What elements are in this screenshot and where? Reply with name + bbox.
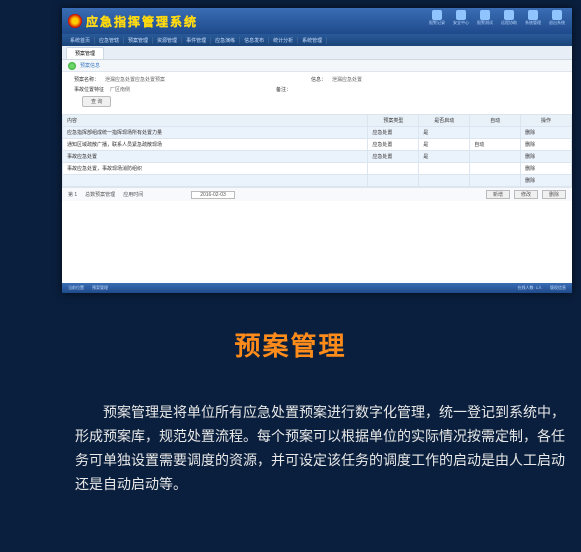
cell-start-link[interactable]: 是 (419, 139, 470, 151)
cell-type (368, 175, 419, 187)
filter-info-value: 泄漏应急处置 (332, 76, 362, 83)
cell-start-link[interactable]: 是 (419, 151, 470, 163)
pager-bar: 第 1 总数预案管理 应用时间 2016-02-03 新增 修改 删除 (62, 187, 572, 201)
cell-auto (470, 151, 521, 163)
header-btn-security[interactable]: 安全中心 (450, 10, 472, 26)
col-auto[interactable]: 自动 (470, 115, 521, 127)
cell-content: 事故应急处置，事故现场消防组织 (63, 163, 368, 175)
delete-link[interactable]: 删除 (521, 127, 572, 139)
search-button[interactable]: 查 询 (82, 96, 111, 107)
cell-content: 通知区域疏散广播，联系人员紧急疏散现场 (63, 139, 368, 151)
table-row[interactable]: 事故应急处置，事故现场消防组织 删除 (63, 163, 572, 175)
menu-jurisdiction[interactable]: 应急管辖 (95, 37, 124, 44)
delete-link[interactable]: 删除 (521, 163, 572, 175)
main-menu: 系统首页 应急管辖 预案管理 资源管理 事件管理 应急演练 信息发布 统计分析 … (62, 34, 572, 46)
col-op[interactable]: 操作 (521, 115, 572, 127)
gear-icon (528, 10, 538, 20)
cell-type: 应急处置 (368, 151, 419, 163)
header-btn-settings[interactable]: 系统管理 (522, 10, 544, 26)
menu-stats[interactable]: 统计分析 (269, 37, 298, 44)
tab-bar: 预案管理 (62, 46, 572, 60)
header-btn-alarm-log[interactable]: 报警记录 (426, 10, 448, 26)
table-row[interactable]: 删除 (63, 175, 572, 187)
cell-type (368, 163, 419, 175)
add-button[interactable]: 新增 (486, 190, 510, 199)
section-title: 预案信息 (80, 62, 100, 69)
menu-drill[interactable]: 应急演练 (211, 37, 240, 44)
header-btn-exit[interactable]: 退出系统 (546, 10, 568, 26)
bell-icon (432, 10, 442, 20)
col-content[interactable]: 内容 (63, 115, 368, 127)
copyright: 版权信息 (550, 285, 566, 291)
delete-link[interactable]: 删除 (521, 139, 572, 151)
table-row[interactable]: 通知区域疏散广播，联系人员紧急疏散现场 应急处置 是 自动 删除 (63, 139, 572, 151)
menu-plan[interactable]: 预案管理 (124, 37, 153, 44)
edit-button[interactable]: 修改 (514, 190, 538, 199)
date-label: 应用时间 (123, 191, 143, 198)
cell-auto: 自动 (470, 139, 521, 151)
menu-sys[interactable]: 系统管理 (298, 37, 327, 44)
cell-content (63, 175, 368, 187)
col-start[interactable]: 是否启动 (419, 115, 470, 127)
refresh-icon[interactable] (68, 62, 76, 70)
filter-note-label: 备注： (276, 86, 291, 93)
status-bar: 当前位置 预案管理 在线人数: 1人 版权信息 (62, 283, 572, 293)
page-title: 预案管理 (0, 326, 581, 363)
cell-auto (470, 127, 521, 139)
filter-loc-label: 事故位置特征 (74, 86, 104, 93)
online-count: 在线人数: 1人 (518, 285, 542, 291)
app-title: 应急指挥管理系统 (86, 13, 198, 30)
delete-button[interactable]: 删除 (542, 190, 566, 199)
cell-content: 事故应急处置 (63, 151, 368, 163)
table-row[interactable]: 应急指挥部组成统一指挥现场所有处置力量 应急处置 是 删除 (63, 127, 572, 139)
cell-type: 应急处置 (368, 139, 419, 151)
breadcrumb-current: 预案管理 (92, 285, 108, 291)
filter-name-label: 预案名称： (74, 76, 99, 83)
delete-link[interactable]: 删除 (521, 151, 572, 163)
phone-icon (480, 10, 490, 20)
globe-icon (504, 10, 514, 20)
shield-icon (456, 10, 466, 20)
app-window: 应急指挥管理系统 报警记录 安全中心 报警测试 远程协助 系统管理 退出系统 系… (62, 8, 572, 293)
app-header: 应急指挥管理系统 报警记录 安全中心 报警测试 远程协助 系统管理 退出系统 (62, 8, 572, 34)
cell-start-link[interactable] (419, 163, 470, 175)
delete-link[interactable]: 删除 (521, 175, 572, 187)
col-type[interactable]: 预案类型 (368, 115, 419, 127)
filter-name-value: 泄漏应急处置应急处置预案 (105, 76, 165, 83)
cell-start-link[interactable]: 是 (419, 127, 470, 139)
filter-panel: 预案名称： 泄漏应急处置应急处置预案 信息： 泄漏应急处置 事故位置特征 厂区南… (62, 72, 572, 114)
cell-type: 应急处置 (368, 127, 419, 139)
header-btn-remote[interactable]: 远程协助 (498, 10, 520, 26)
menu-publish[interactable]: 信息发布 (240, 37, 269, 44)
table-row[interactable]: 事故应急处置 应急处置 是 删除 (63, 151, 572, 163)
date-input[interactable]: 2016-02-03 (191, 191, 235, 199)
tab-plan-manage[interactable]: 预案管理 (66, 47, 104, 59)
menu-resource[interactable]: 资源管理 (153, 37, 182, 44)
header-btn-alarm-test[interactable]: 报警测试 (474, 10, 496, 26)
pager-count: 第 1 (68, 191, 77, 198)
page-description: 预案管理是将单位所有应急处置预案进行数字化管理，统一登记到系统中，形成预案库，规… (75, 400, 565, 496)
cell-start-link[interactable] (419, 175, 470, 187)
cell-auto (470, 175, 521, 187)
app-logo-icon (68, 14, 82, 28)
menu-event[interactable]: 事件管理 (182, 37, 211, 44)
cell-content: 应急指挥部组成统一指挥现场所有处置力量 (63, 127, 368, 139)
pager-total: 总数预案管理 (85, 191, 115, 198)
filter-info-label: 信息： (311, 76, 326, 83)
power-icon (552, 10, 562, 20)
header-toolbar: 报警记录 安全中心 报警测试 远程协助 系统管理 退出系统 (426, 10, 568, 26)
section-header: 预案信息 (62, 60, 572, 72)
filter-loc-value: 厂区南侧 (110, 86, 130, 93)
menu-home[interactable]: 系统首页 (66, 37, 95, 44)
plan-table: 内容 预案类型 是否启动 自动 操作 应急指挥部组成统一指挥现场所有处置力量 应… (62, 114, 572, 187)
cell-auto (470, 163, 521, 175)
breadcrumb-label: 当前位置 (68, 285, 84, 291)
